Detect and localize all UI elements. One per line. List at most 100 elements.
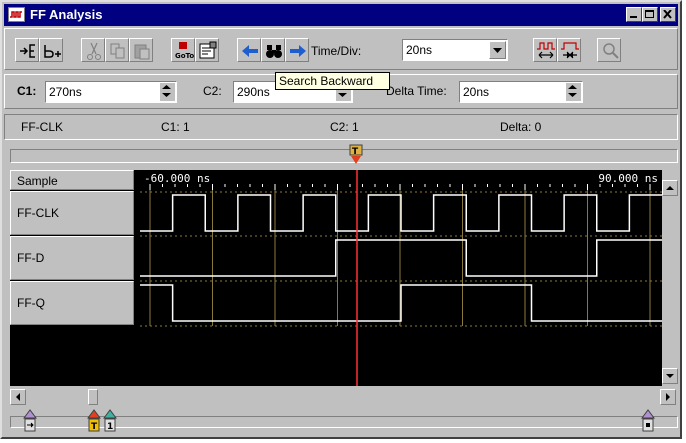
scroll-right-button[interactable] xyxy=(660,389,676,405)
close-button[interactable] xyxy=(660,7,676,22)
time-div-select[interactable]: 20ns xyxy=(402,39,508,61)
readout-signal-name: FF-CLK xyxy=(21,120,63,134)
tooltip: Search Backward xyxy=(275,72,390,90)
readout-delta-value: Delta: 0 xyxy=(500,120,542,134)
c2-time-value: 290ns xyxy=(237,85,270,99)
waveform-trace xyxy=(140,194,662,232)
scroll-left-icon xyxy=(16,393,20,401)
zoom-magnifier-button[interactable] xyxy=(597,38,621,62)
scroll-up-button[interactable] xyxy=(662,180,678,196)
c2-marker-icon[interactable]: 1 xyxy=(102,408,118,434)
chevron-down-icon xyxy=(493,48,502,53)
spin-arrows-icon xyxy=(568,85,577,97)
title-bar[interactable]: FF Analysis xyxy=(4,4,678,26)
add-bus-icon xyxy=(44,45,61,58)
sample-label: Sample xyxy=(17,174,58,188)
waveform-view[interactable]: Sample FF-CLK FF-D FF-Q -60.000 ns 90.00… xyxy=(10,170,678,386)
waveform-trace xyxy=(140,284,662,322)
delta-spin-arrows[interactable] xyxy=(566,83,581,101)
c1-spin-arrows[interactable] xyxy=(160,83,175,101)
signal-name-ff-q: FF-Q xyxy=(17,296,45,310)
signal-name-ff-d: FF-D xyxy=(17,251,45,265)
trigger-marker-icon[interactable]: T xyxy=(348,144,364,166)
properties-button[interactable] xyxy=(195,38,219,62)
waveform-traces xyxy=(140,194,662,322)
goto-button[interactable]: GoTo xyxy=(171,38,195,62)
c1-label: C1: xyxy=(17,84,37,98)
signal-name-ff-clk: FF-CLK xyxy=(17,206,59,220)
svg-text:T: T xyxy=(352,147,359,157)
copy-icon xyxy=(110,43,125,59)
c1-time-field[interactable]: 270ns xyxy=(45,81,177,103)
svg-text:GoTo: GoTo xyxy=(175,52,194,60)
zoom-out-waveform-icon xyxy=(561,42,579,59)
add-bus-button[interactable] xyxy=(39,38,63,62)
waveform-app-icon xyxy=(8,7,25,22)
delta-time-label: Delta Time: xyxy=(386,84,447,98)
maximize-icon xyxy=(645,10,654,18)
scroll-right-icon xyxy=(666,393,670,401)
svg-text:T: T xyxy=(91,422,98,432)
time-div-label: Time/Div: xyxy=(311,44,362,58)
signal-row-ff-d[interactable]: FF-D xyxy=(10,236,134,280)
waveform-trace xyxy=(140,239,662,277)
c1-marker-icon[interactable]: T xyxy=(86,408,102,434)
sample-header: Sample xyxy=(10,170,134,190)
binoculars-icon xyxy=(266,45,282,58)
signal-row-ff-clk[interactable]: FF-CLK xyxy=(10,191,134,235)
time-div-dropdown-button[interactable] xyxy=(489,41,506,59)
horizontal-scrollbar[interactable] xyxy=(10,388,678,406)
marker-bar: T 1 xyxy=(10,408,678,436)
minimize-icon xyxy=(630,16,637,18)
svg-text:1: 1 xyxy=(107,422,113,432)
c1-time-value: 270ns xyxy=(49,85,82,99)
properties-icon xyxy=(199,41,217,59)
paste-button[interactable] xyxy=(129,38,153,62)
copy-button[interactable] xyxy=(105,38,129,62)
scissors-icon xyxy=(87,42,101,60)
time-div-value: 20ns xyxy=(406,43,433,57)
zoom-in-waveform-icon xyxy=(537,42,555,59)
arrow-left-icon xyxy=(242,45,258,57)
signal-readout-bar: FF-CLK C1: 1 C2: 1 Delta: 0 xyxy=(4,114,678,140)
scroll-down-button[interactable] xyxy=(662,368,678,384)
delta-time-value: 20ns xyxy=(463,85,490,99)
search-button[interactable] xyxy=(261,38,285,62)
signal-row-ff-q[interactable]: FF-Q xyxy=(10,281,134,325)
readout-c2-value: C2: 1 xyxy=(330,120,359,134)
search-forward-button[interactable] xyxy=(285,38,309,62)
maximize-button[interactable] xyxy=(642,7,658,22)
toolbar: GoTo Time/Div: 20ns xyxy=(4,28,678,70)
minimize-button[interactable] xyxy=(626,7,642,22)
timeline-overview-slider[interactable]: T xyxy=(10,144,678,168)
timeline-track[interactable] xyxy=(10,149,678,163)
end-marker-icon[interactable] xyxy=(640,408,656,434)
magnifier-icon xyxy=(603,43,619,59)
c2-label: C2: xyxy=(203,84,222,98)
zoom-in-button[interactable] xyxy=(533,38,557,62)
ff-analysis-window: FF Analysis GoTo Time/Div: 20ns Search B… xyxy=(0,0,682,439)
time-end-label: 90.000 ns xyxy=(598,172,658,185)
window-title: FF Analysis xyxy=(30,7,103,22)
arrow-right-icon xyxy=(290,45,306,57)
signal-names-column: Sample FF-CLK FF-D FF-Q xyxy=(10,170,136,386)
start-marker-icon[interactable] xyxy=(22,408,38,434)
close-icon xyxy=(663,10,672,19)
vertical-scrollbar[interactable] xyxy=(662,170,678,386)
scroll-thumb[interactable] xyxy=(88,389,98,405)
add-signal-button[interactable] xyxy=(15,38,39,62)
delta-time-field[interactable]: 20ns xyxy=(459,81,583,103)
search-backward-button[interactable] xyxy=(237,38,261,62)
scroll-left-button[interactable] xyxy=(10,389,26,405)
zoom-out-button[interactable] xyxy=(557,38,581,62)
time-start-label: -60.000 ns xyxy=(144,172,210,185)
readout-c1-value: C1: 1 xyxy=(161,120,190,134)
scroll-down-icon xyxy=(666,374,674,378)
goto-icon: GoTo xyxy=(175,42,194,60)
scroll-up-icon xyxy=(666,186,674,190)
paste-icon xyxy=(134,44,150,60)
add-signal-icon xyxy=(20,44,35,58)
spin-arrows-icon xyxy=(162,85,171,97)
cut-button[interactable] xyxy=(81,38,105,62)
waveform-plot[interactable]: -60.000 ns 90.000 ns xyxy=(140,170,662,386)
